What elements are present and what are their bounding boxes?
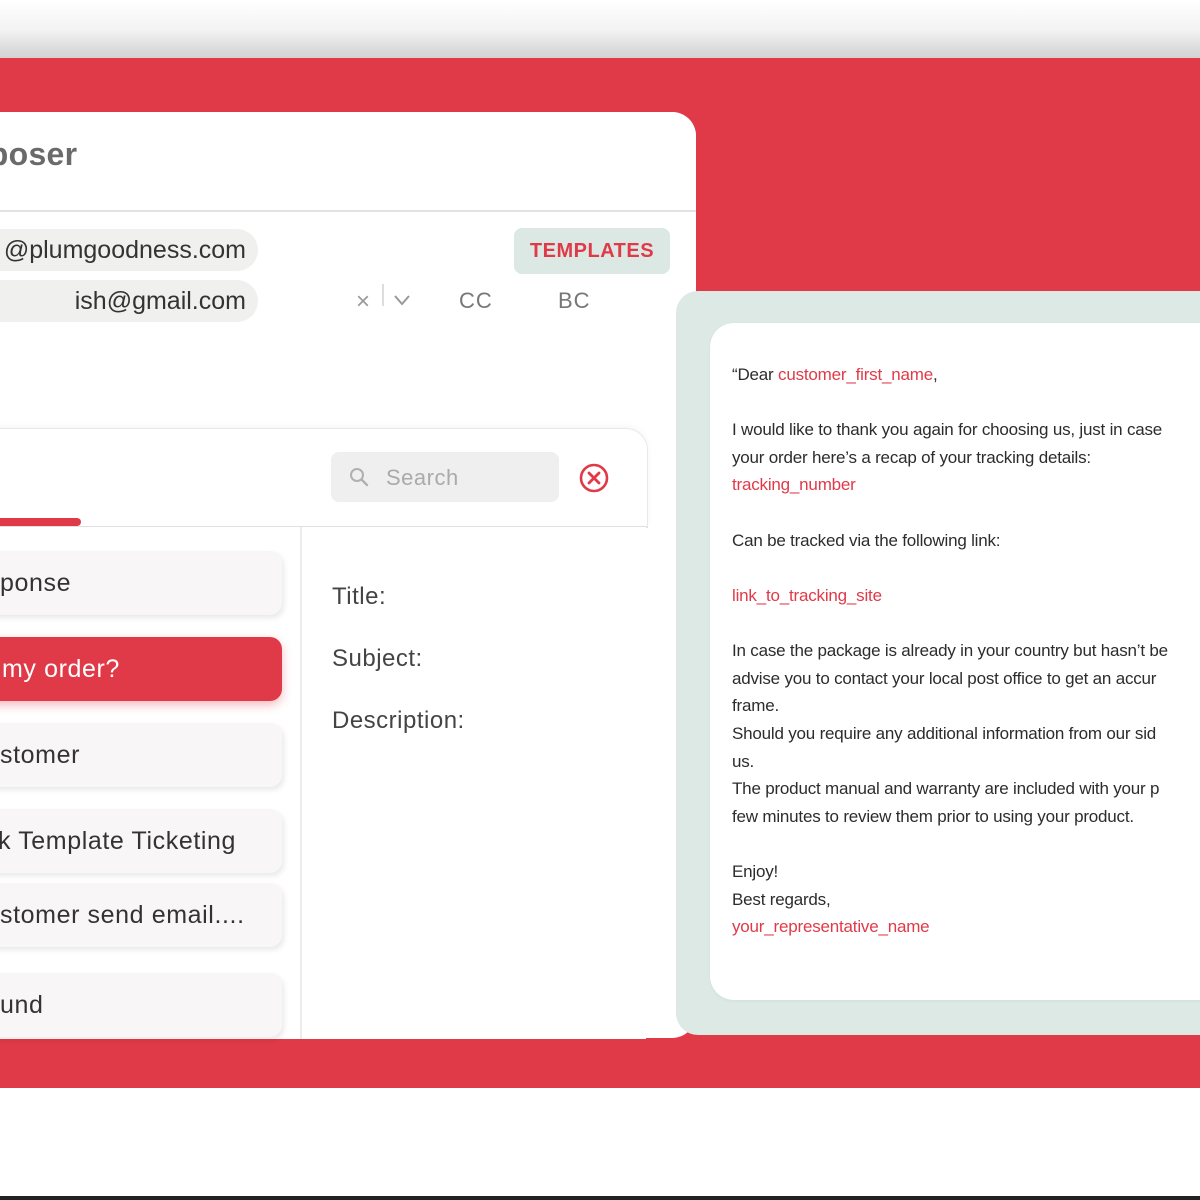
bottom-border xyxy=(0,1196,1200,1200)
preview-greeting: “Dear customer_first_name, xyxy=(732,365,938,385)
preview-line: The product manual and warranty are incl… xyxy=(732,779,1160,798)
description-label: Description: xyxy=(332,707,465,734)
from-email-text: @plumgoodness.com xyxy=(3,236,246,264)
greeting-comma: , xyxy=(932,365,938,384)
page-footer-area xyxy=(0,1088,1200,1200)
bc-toggle[interactable]: BC xyxy=(558,288,591,314)
list-item-label: stomer send email.... xyxy=(0,901,245,929)
template-preview-card: “Dear customer_first_name, I would like … xyxy=(710,323,1200,1000)
preview-line: In case the package is already in your c… xyxy=(732,641,1168,660)
clear-recipient-icon[interactable]: × xyxy=(356,288,370,316)
list-item-label: k Template Ticketing xyxy=(0,827,237,855)
preview-line: Enjoy! xyxy=(732,862,779,881)
greeting-text: “Dear xyxy=(732,365,779,384)
top-shadow xyxy=(0,0,1200,58)
subject-label: Subject: xyxy=(332,645,423,672)
template-preview-panel: “Dear customer_first_name, I would like … xyxy=(676,291,1200,1035)
templates-button[interactable]: TEMPLATES xyxy=(514,228,670,274)
chevron-down-icon[interactable] xyxy=(392,290,412,310)
list-item[interactable]: stomer send email.... xyxy=(0,883,282,947)
picker-header: Search xyxy=(0,428,648,528)
to-email-chip[interactable]: ish@gmail.com xyxy=(0,280,258,322)
preview-line: your order here’s a recap of your tracki… xyxy=(732,448,1091,467)
var-first-name: customer_first_name xyxy=(778,365,933,384)
list-item-active[interactable]: my order? xyxy=(0,637,282,701)
from-email-chip[interactable]: @plumgoodness.com xyxy=(0,229,258,271)
template-details: Title: Subject: Description: xyxy=(302,527,646,1039)
list-item-label: my order? xyxy=(2,655,120,683)
search-icon xyxy=(350,468,369,487)
template-picker: Search ponse my order? stomer k Template… xyxy=(0,428,648,1048)
search-input[interactable]: Search xyxy=(331,452,559,502)
list-item[interactable]: ponse xyxy=(0,551,282,615)
var-tracking-link: link_to_tracking_site xyxy=(732,586,882,605)
title-label: Title: xyxy=(332,583,387,610)
list-item-label: ponse xyxy=(0,569,72,597)
close-circle-icon[interactable] xyxy=(579,463,609,493)
list-item-label: und xyxy=(0,991,44,1019)
preview-line: frame. xyxy=(732,696,779,715)
cc-toggle[interactable]: CC xyxy=(459,288,493,314)
search-placeholder: Search xyxy=(386,465,459,490)
preview-line: Best regards, xyxy=(732,890,831,909)
list-item[interactable]: k Template Ticketing xyxy=(0,809,282,873)
active-tab-indicator xyxy=(0,518,81,526)
to-email-text: ish@gmail.com xyxy=(74,287,246,315)
preview-line: Can be tracked via the following link: xyxy=(732,531,1001,550)
composer-header: mposer xyxy=(0,112,696,212)
preview-line: few minutes to review them prior to usin… xyxy=(732,807,1134,826)
list-item-label: stomer xyxy=(0,741,81,769)
composer-title: mposer xyxy=(0,136,78,172)
preview-line: Should you require any additional inform… xyxy=(732,724,1157,743)
divider xyxy=(382,284,384,306)
preview-line: advise you to contact your local post of… xyxy=(732,669,1157,688)
list-item[interactable]: stomer xyxy=(0,723,282,787)
template-list: ponse my order? stomer k Template Ticket… xyxy=(0,527,302,1039)
preview-line: us. xyxy=(732,752,755,771)
var-representative-name: your_representative_name xyxy=(732,917,930,936)
list-item[interactable]: und xyxy=(0,973,282,1037)
preview-line: I would like to thank you again for choo… xyxy=(732,420,1163,439)
var-tracking-number: tracking_number xyxy=(732,475,856,494)
